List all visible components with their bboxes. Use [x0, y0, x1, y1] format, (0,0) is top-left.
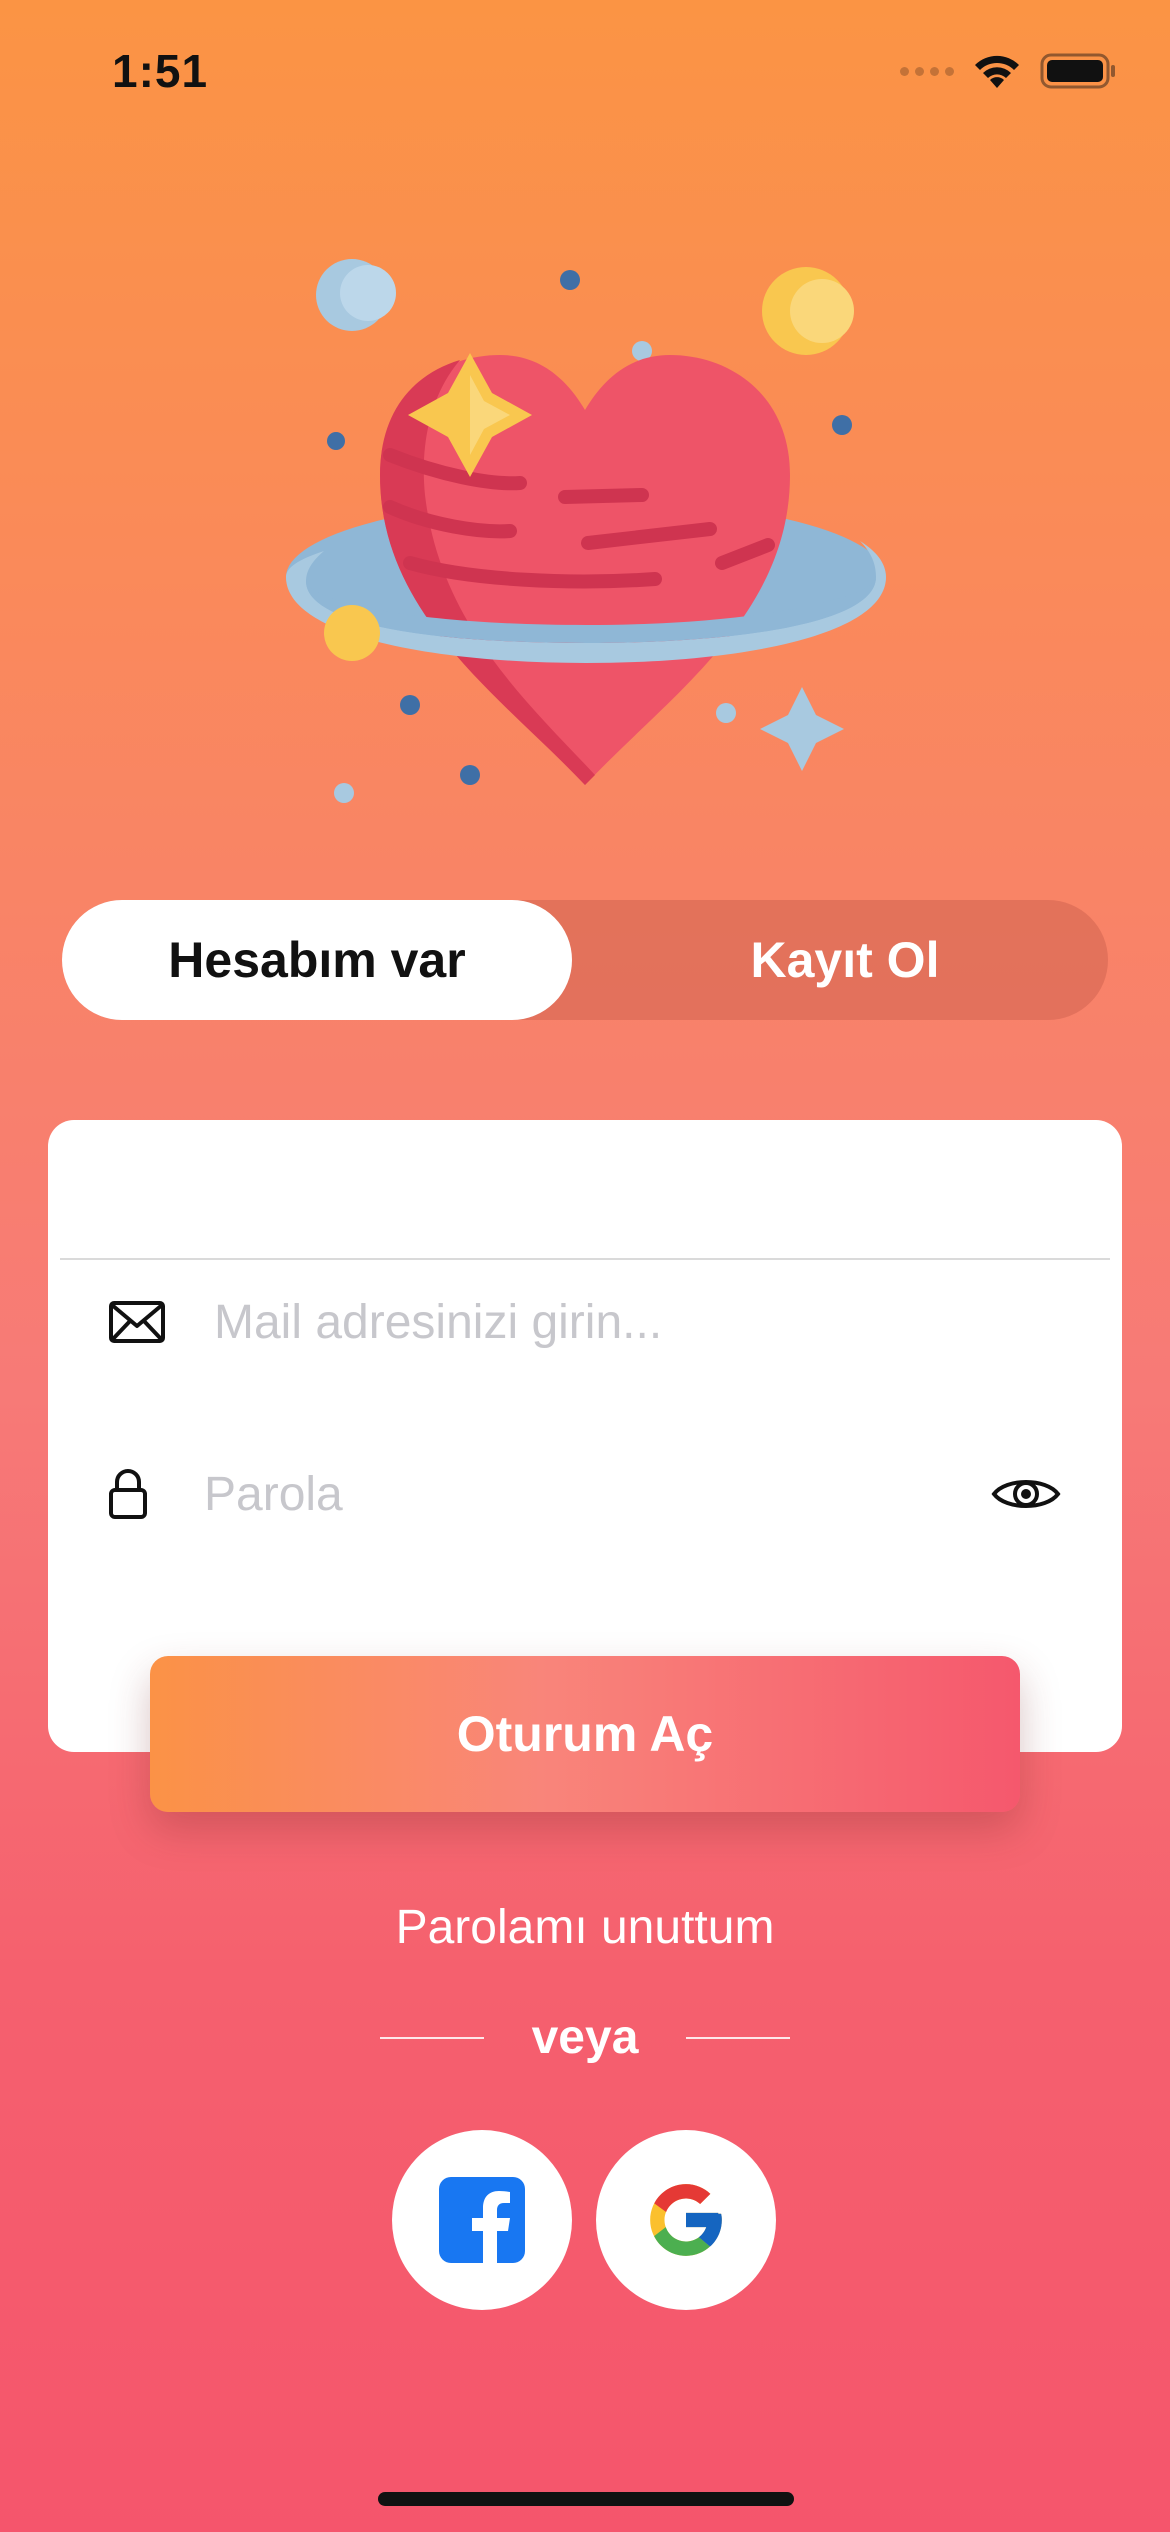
battery-icon — [1040, 53, 1115, 89]
auth-mode-toggle: Hesabım var Kayıt Ol — [62, 900, 1108, 1020]
or-line-left — [379, 2036, 484, 2039]
tab-sign-up[interactable]: Kayıt Ol — [582, 900, 1108, 1020]
field-divider — [60, 1258, 1110, 1260]
or-line-right — [686, 2036, 791, 2039]
google-login-button[interactable] — [596, 2130, 776, 2310]
email-input[interactable] — [214, 1262, 1062, 1382]
home-indicator — [378, 2492, 794, 2506]
facebook-login-button[interactable] — [392, 2130, 572, 2310]
login-button[interactable]: Oturum Aç — [150, 1656, 1020, 1812]
password-input[interactable] — [204, 1434, 982, 1554]
heart-planet-illustration — [286, 259, 886, 803]
mail-icon — [108, 1300, 170, 1344]
wifi-icon — [975, 55, 1019, 88]
password-field-row — [108, 1434, 1062, 1554]
google-icon — [650, 2184, 722, 2256]
status-time: 1:51 — [112, 45, 209, 97]
show-password-icon[interactable] — [982, 1472, 1062, 1516]
cellular-signal-icon — [900, 66, 954, 76]
status-icons — [900, 52, 1116, 90]
forgot-password-link[interactable]: Parolamı unuttum — [0, 1900, 1170, 1955]
email-field-row — [108, 1262, 1062, 1382]
or-divider: veya — [0, 2010, 1170, 2065]
facebook-icon — [439, 2177, 525, 2263]
login-screen: 1:51 Hesabım var Kayıt Ol Mail adresiniz… — [0, 0, 1170, 2532]
lock-icon — [108, 1468, 160, 1520]
or-text: veya — [531, 2011, 639, 2064]
tab-have-account[interactable]: Hesabım var — [62, 900, 572, 1020]
